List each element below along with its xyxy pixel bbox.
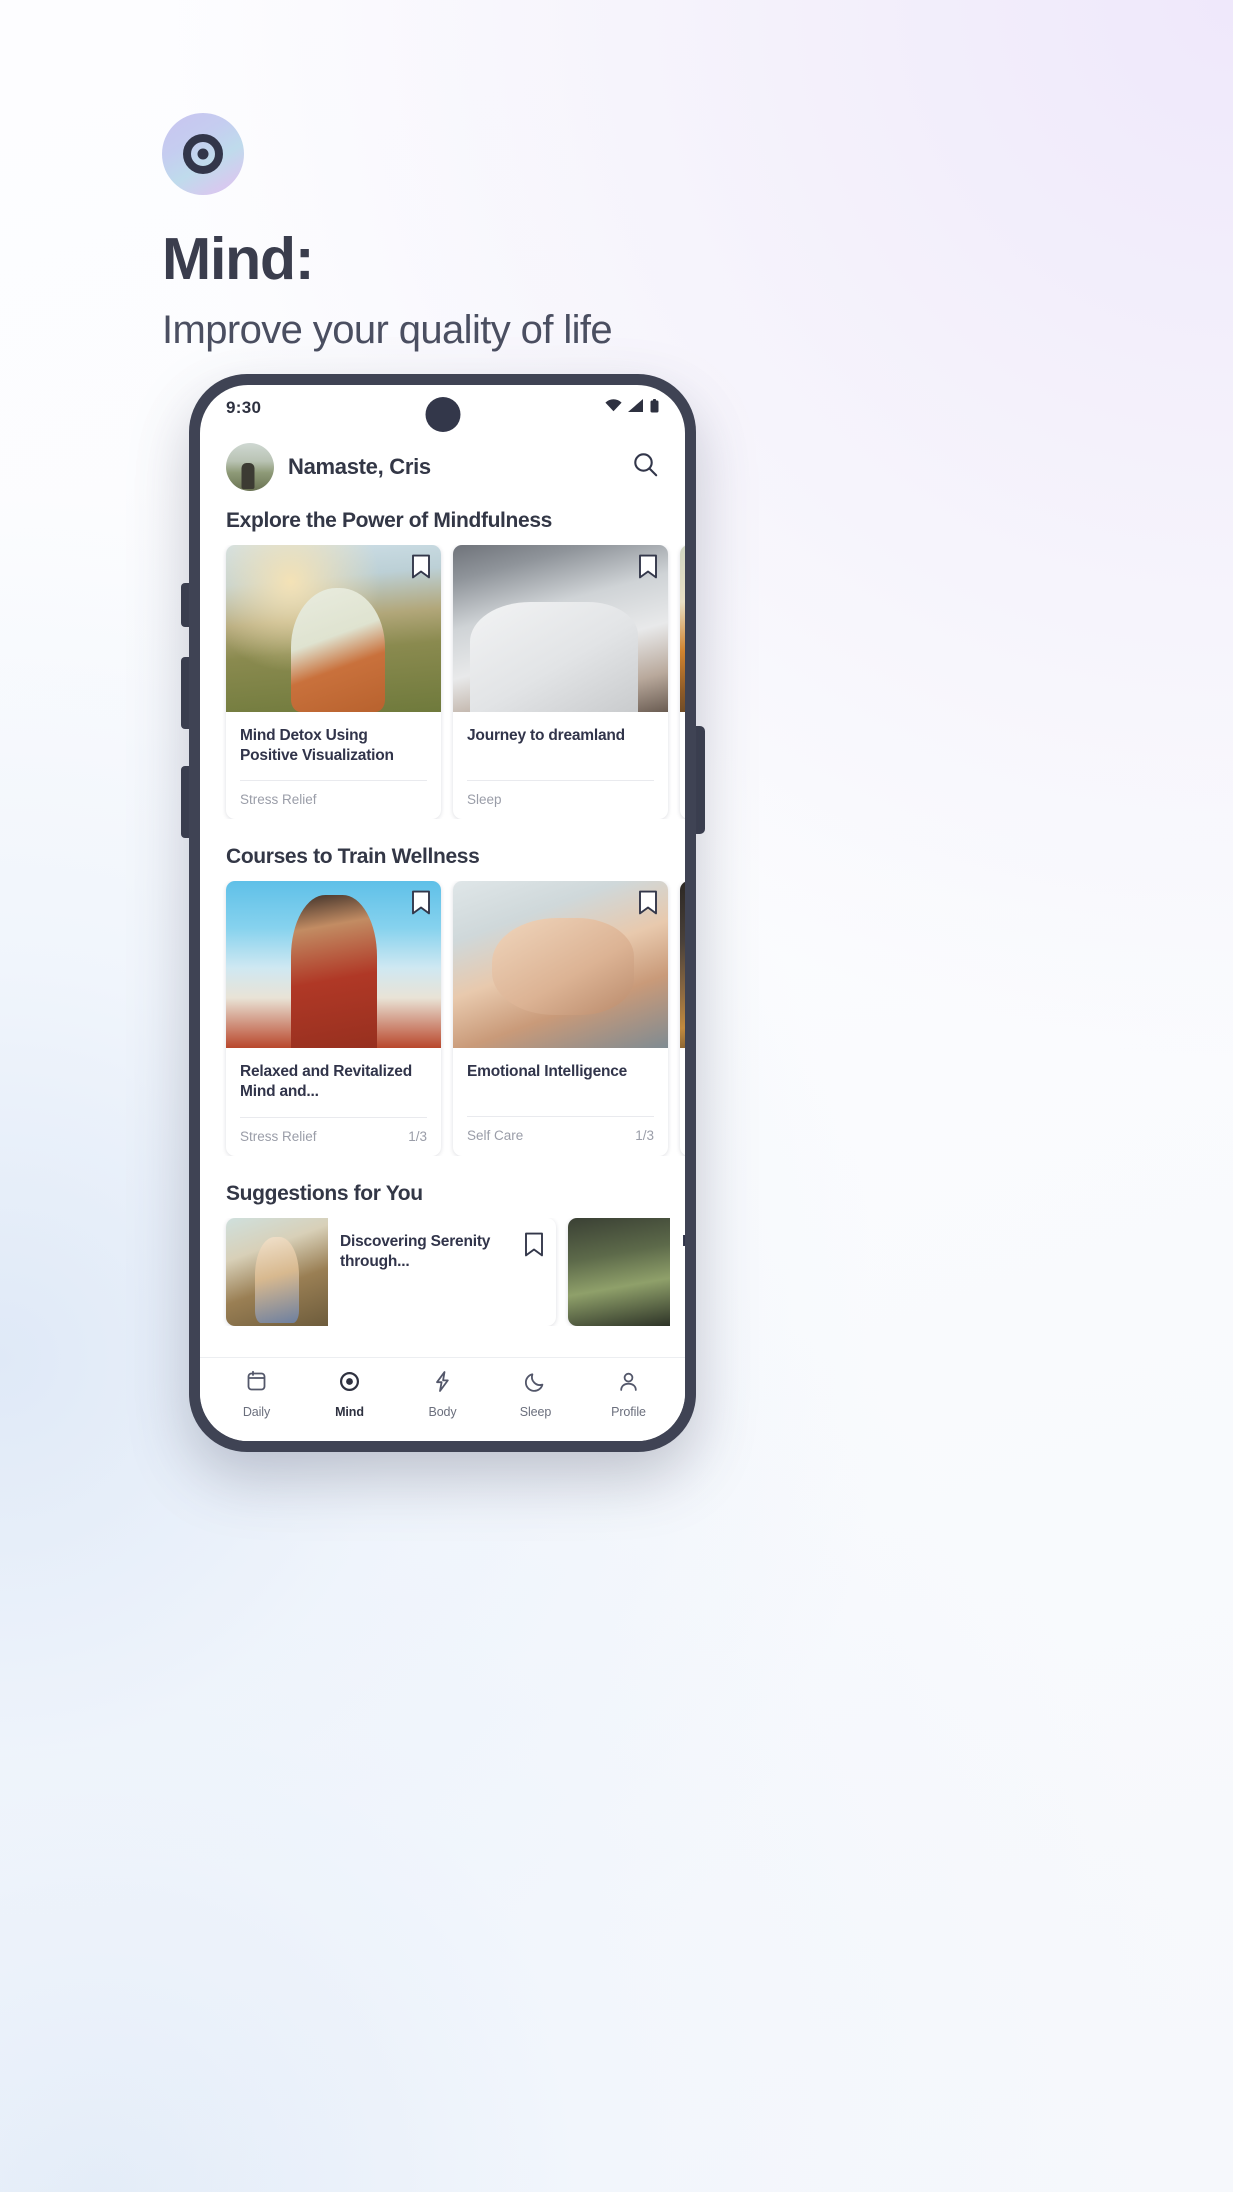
nav-label: Profile [611,1405,646,1419]
card-image [226,881,441,1049]
app-logo [162,113,244,195]
status-bar: 9:30 [200,385,685,432]
status-icons [605,398,659,418]
suggestion-image [568,1217,670,1326]
nav-item-body[interactable]: Body [396,1370,489,1419]
nav-label: Mind [335,1405,364,1419]
suggestion-body: Discovering Serenity through... [328,1218,556,1326]
bookmark-icon[interactable] [411,890,431,920]
card-meta: Self Care 1/3 [467,1116,654,1143]
target-circle-icon [181,132,225,176]
bookmark-icon[interactable] [411,554,431,584]
suggestion-rail[interactable]: Discovering Serenity through... Breathe [200,1217,685,1326]
card-category: Self Care [467,1128,524,1144]
nav-label: Daily [242,1405,271,1419]
content-card[interactable]: The Art of Conscious Breathing Emotional… [680,545,685,820]
card-image [226,545,441,712]
suggestion-card[interactable]: Discovering Serenity through... [226,1217,556,1326]
camera-notch [425,397,460,432]
card-title: Emotional Intelligence [467,1063,628,1081]
nav-item-sleep[interactable]: Sleep [489,1370,582,1419]
card-meta: Stress Relief 1/3 [240,1116,427,1144]
card-body: Mind Detox Using Positive Visualization … [226,712,441,819]
card-image [453,881,668,1049]
phone-screen: 9:30 Namaste, Cris Explore the Power of … [200,385,685,1441]
card-category: Stress Relief [240,792,317,808]
bookmark-icon[interactable] [638,554,658,584]
phone-mockup: 9:30 Namaste, Cris Explore the Power of … [189,374,696,1452]
cellular-signal-icon [628,399,644,417]
card-progress: 1/3 [635,1128,654,1144]
bookmark-icon[interactable] [638,890,658,920]
card-image [453,545,668,712]
content-card[interactable]: Mind Detox Using Positive Visualization … [226,545,441,820]
card-meta: Stress Relief [240,780,427,807]
person-icon [617,1370,640,1398]
card-body: The Art of Conscious Breathing Emotional… [680,712,685,819]
lightning-bolt-icon [431,1370,454,1398]
moon-icon [524,1370,547,1398]
card-meta: Sleep [467,780,654,807]
card-body: Journey to dreamland Sleep [453,712,668,819]
card-title: Journey to dreamland [467,727,625,744]
screen-scroll-area[interactable]: Namaste, Cris Explore the Power of Mindf… [200,431,685,1441]
wifi-icon [605,399,622,417]
card-image [680,545,685,712]
calendar-icon [245,1370,268,1398]
section-title-suggestions: Suggestions for You [226,1181,423,1205]
page-subtitle: Improve your quality of life [162,307,613,352]
card-body: Emotional Intelligence Self Care 1/3 [453,1048,668,1155]
greeting-text: Namaste, Cris [288,454,431,479]
hero-section: Mind: Improve your quality of life [162,113,862,353]
card-body: Relaxed and Revitalized Mind and... Stre… [226,1048,441,1155]
nav-label: Body [428,1405,457,1419]
content-card[interactable]: Journey to dreamland Sleep [453,545,668,820]
section-title-mindfulness: Explore the Power of Mindfulness [226,509,553,532]
card-title: Mind Detox Using Positive Visualization [240,727,394,765]
card-image [680,881,685,1049]
nav-item-daily[interactable]: Daily [210,1370,303,1419]
avatar[interactable] [226,443,274,491]
content-card[interactable]: Relaxed and Revitalized Mind and... Stre… [226,881,441,1156]
suggestion-title: Breathe [682,1232,685,1252]
page-title: Mind: [162,226,314,292]
suggestion-image [226,1217,328,1326]
bottom-navigation: Daily Mind Body Sleep Profile [200,1357,685,1441]
suggestion-card[interactable]: Breathe [568,1217,685,1326]
content-card[interactable]: Calm Within Self Care 1/3 [680,881,685,1156]
section-title-courses: Courses to Train Wellness [226,845,480,869]
suggestion-title: Discovering Serenity through... [340,1232,491,1270]
search-icon[interactable] [632,451,659,483]
nav-label: Sleep [519,1405,552,1419]
card-progress: 1/3 [408,1128,427,1144]
app-header: Namaste, Cris [200,431,685,493]
nav-item-mind[interactable]: Mind [303,1370,396,1419]
bookmark-icon[interactable] [516,1232,544,1262]
nav-item-profile[interactable]: Profile [582,1370,675,1419]
status-time: 9:30 [226,398,262,417]
content-card[interactable]: Emotional Intelligence Self Care 1/3 [453,881,668,1156]
phone-power-button[interactable] [695,726,705,834]
card-rail-mindfulness[interactable]: Mind Detox Using Positive Visualization … [200,545,685,820]
card-title: Relaxed and Revitalized Mind and... [240,1063,412,1101]
card-category: Stress Relief [240,1128,317,1144]
target-circle-icon [338,1370,361,1398]
battery-icon [650,398,659,418]
card-body: Calm Within Self Care 1/3 [680,1048,685,1155]
card-rail-courses[interactable]: Relaxed and Revitalized Mind and... Stre… [200,881,685,1156]
card-category: Sleep [467,792,502,807]
suggestion-body: Breathe [670,1218,685,1326]
